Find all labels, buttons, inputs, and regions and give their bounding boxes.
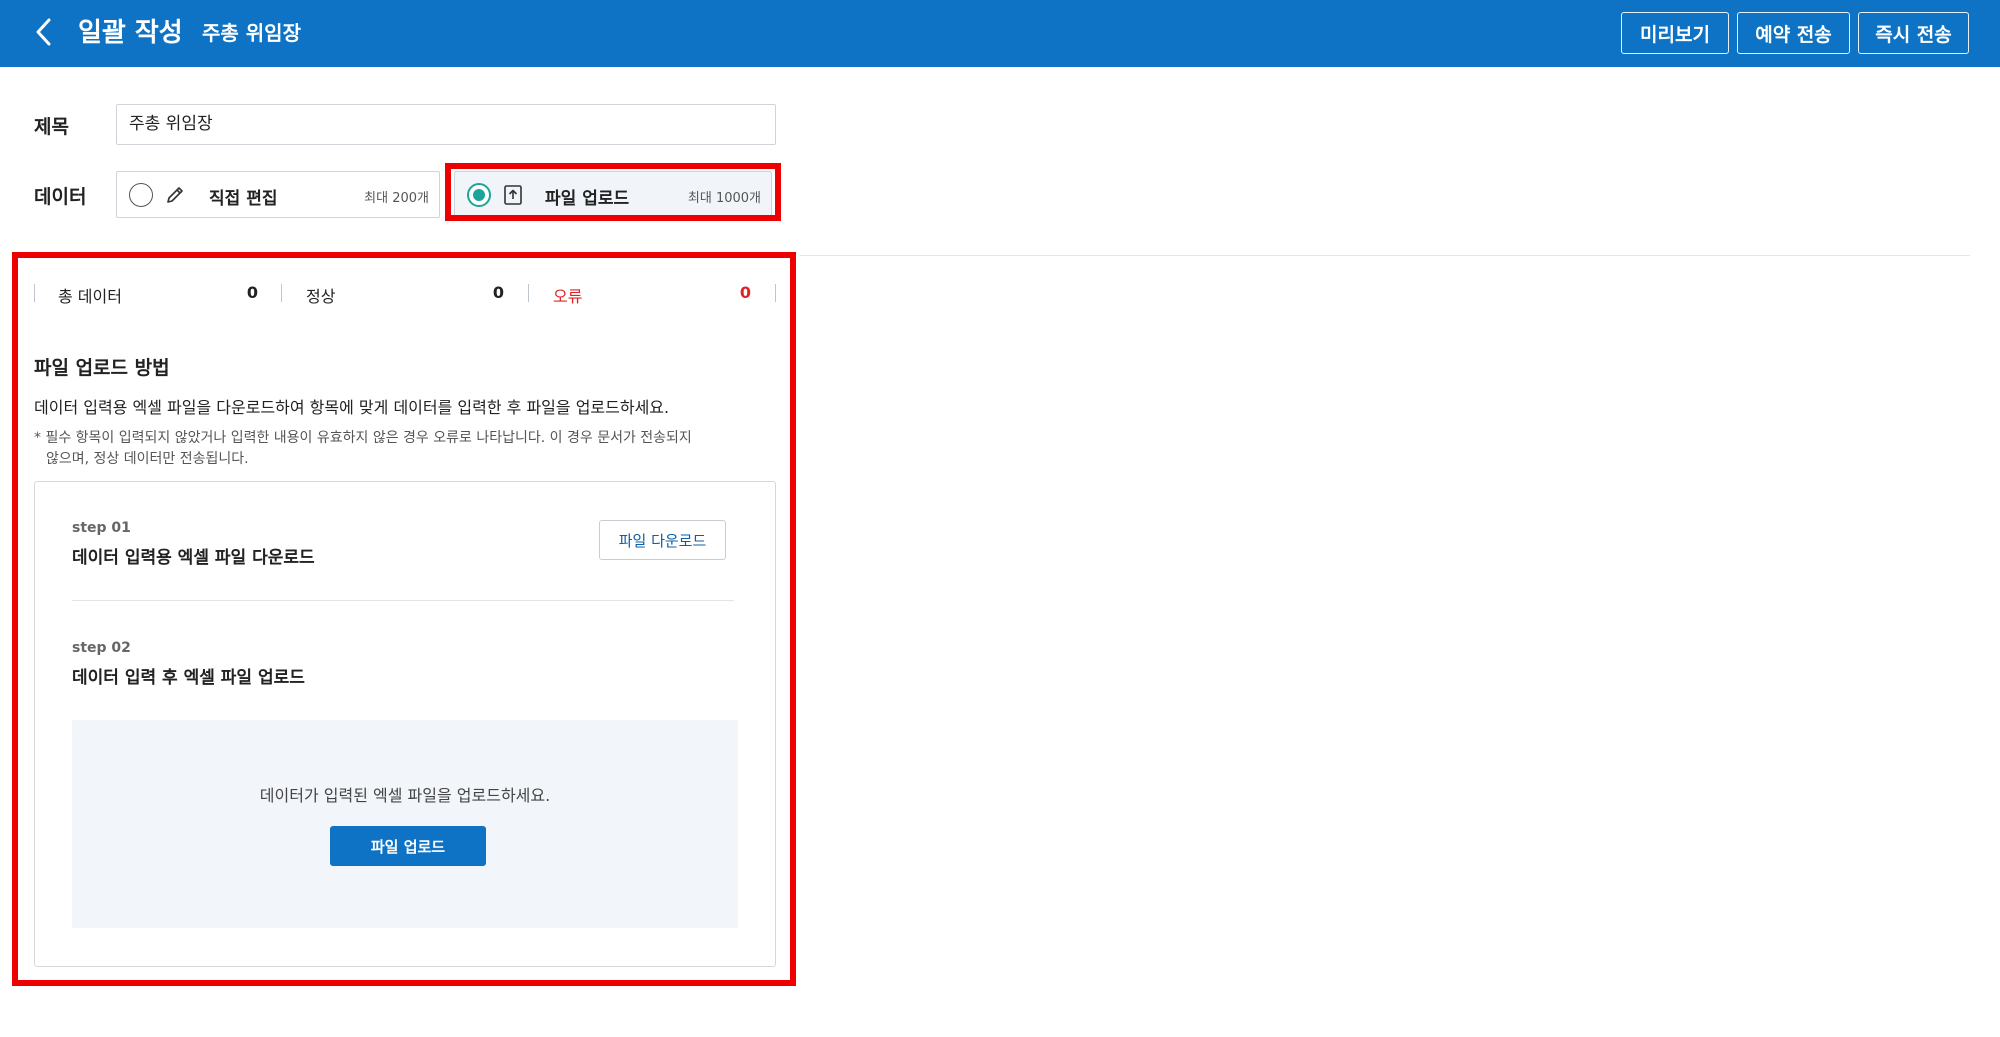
file-upload-label: 파일 업로드 — [545, 189, 630, 209]
upload-method-description: 데이터 입력용 엑셀 파일을 다운로드하여 항목에 맞게 데이터를 입력한 후 … — [34, 398, 670, 417]
upload-method-note: * 필수 항목이 입력되지 않았거나 입력한 내용이 유효하지 않은 경우 오류… — [34, 428, 774, 470]
title-label: 제목 — [34, 116, 69, 138]
top-header-bar: 일괄 작성 주총 위임장 미리보기 예약 전송 즉시 전송 — [0, 0, 2000, 67]
reserve-send-button[interactable]: 예약 전송 — [1737, 12, 1850, 54]
data-stats: 총 데이터 0 정상 0 오류 0 — [34, 282, 776, 306]
document-name: 주총 위임장 — [202, 21, 301, 45]
stat-normal-label: 정상 — [306, 287, 336, 306]
step-02-title: 데이터 입력 후 엑셀 파일 업로드 — [72, 668, 305, 688]
upload-dropzone[interactable]: 데이터가 입력된 엑셀 파일을 업로드하세요. 파일 업로드 — [72, 720, 738, 928]
file-upload-option[interactable]: 파일 업로드 최대 1000개 — [454, 171, 772, 218]
data-label: 데이터 — [34, 186, 87, 208]
stat-total-value: 0 — [246, 283, 258, 302]
stat-divider — [281, 284, 282, 302]
step-02-label: step 02 — [72, 640, 131, 656]
pencil-icon — [163, 183, 187, 207]
step-divider — [72, 600, 734, 601]
file-upload-button[interactable]: 파일 업로드 — [330, 826, 486, 866]
step-01-label: step 01 — [72, 520, 131, 536]
stat-total-label: 총 데이터 — [58, 287, 122, 306]
instant-send-button[interactable]: 즉시 전송 — [1858, 12, 1969, 54]
note-line-1: * 필수 항목이 입력되지 않았거나 입력한 내용이 유효하지 않은 경우 오류… — [34, 430, 692, 446]
dropzone-text: 데이터가 입력된 엑셀 파일을 업로드하세요. — [259, 786, 551, 805]
back-arrow-icon[interactable] — [26, 14, 62, 50]
direct-edit-radio[interactable] — [129, 183, 153, 207]
stat-divider — [528, 284, 529, 302]
stat-error-label: 오류 — [553, 287, 583, 306]
note-line-2: 않으며, 정상 데이터만 전송됩니다. — [46, 451, 249, 467]
upload-method-title: 파일 업로드 방법 — [34, 357, 170, 379]
direct-edit-label: 직접 편집 — [209, 189, 278, 209]
direct-edit-option[interactable]: 직접 편집 최대 200개 — [116, 171, 440, 218]
direct-edit-limit: 최대 200개 — [364, 191, 429, 206]
page-title: 일괄 작성 — [78, 18, 183, 48]
upload-steps-card: step 01 데이터 입력용 엑셀 파일 다운로드 파일 다운로드 step … — [34, 481, 776, 967]
stat-divider — [775, 284, 776, 302]
stat-error-value: 0 — [739, 283, 751, 302]
file-upload-limit: 최대 1000개 — [687, 191, 761, 206]
upload-icon — [501, 183, 525, 207]
preview-button[interactable]: 미리보기 — [1621, 12, 1729, 54]
title-input[interactable]: 주총 위임장 — [116, 104, 776, 145]
stat-divider — [34, 284, 35, 302]
stat-normal-value: 0 — [492, 283, 504, 302]
step-01-title: 데이터 입력용 엑셀 파일 다운로드 — [72, 548, 315, 568]
file-download-button[interactable]: 파일 다운로드 — [599, 520, 726, 560]
file-upload-radio[interactable] — [467, 183, 491, 207]
divider — [800, 255, 1970, 256]
